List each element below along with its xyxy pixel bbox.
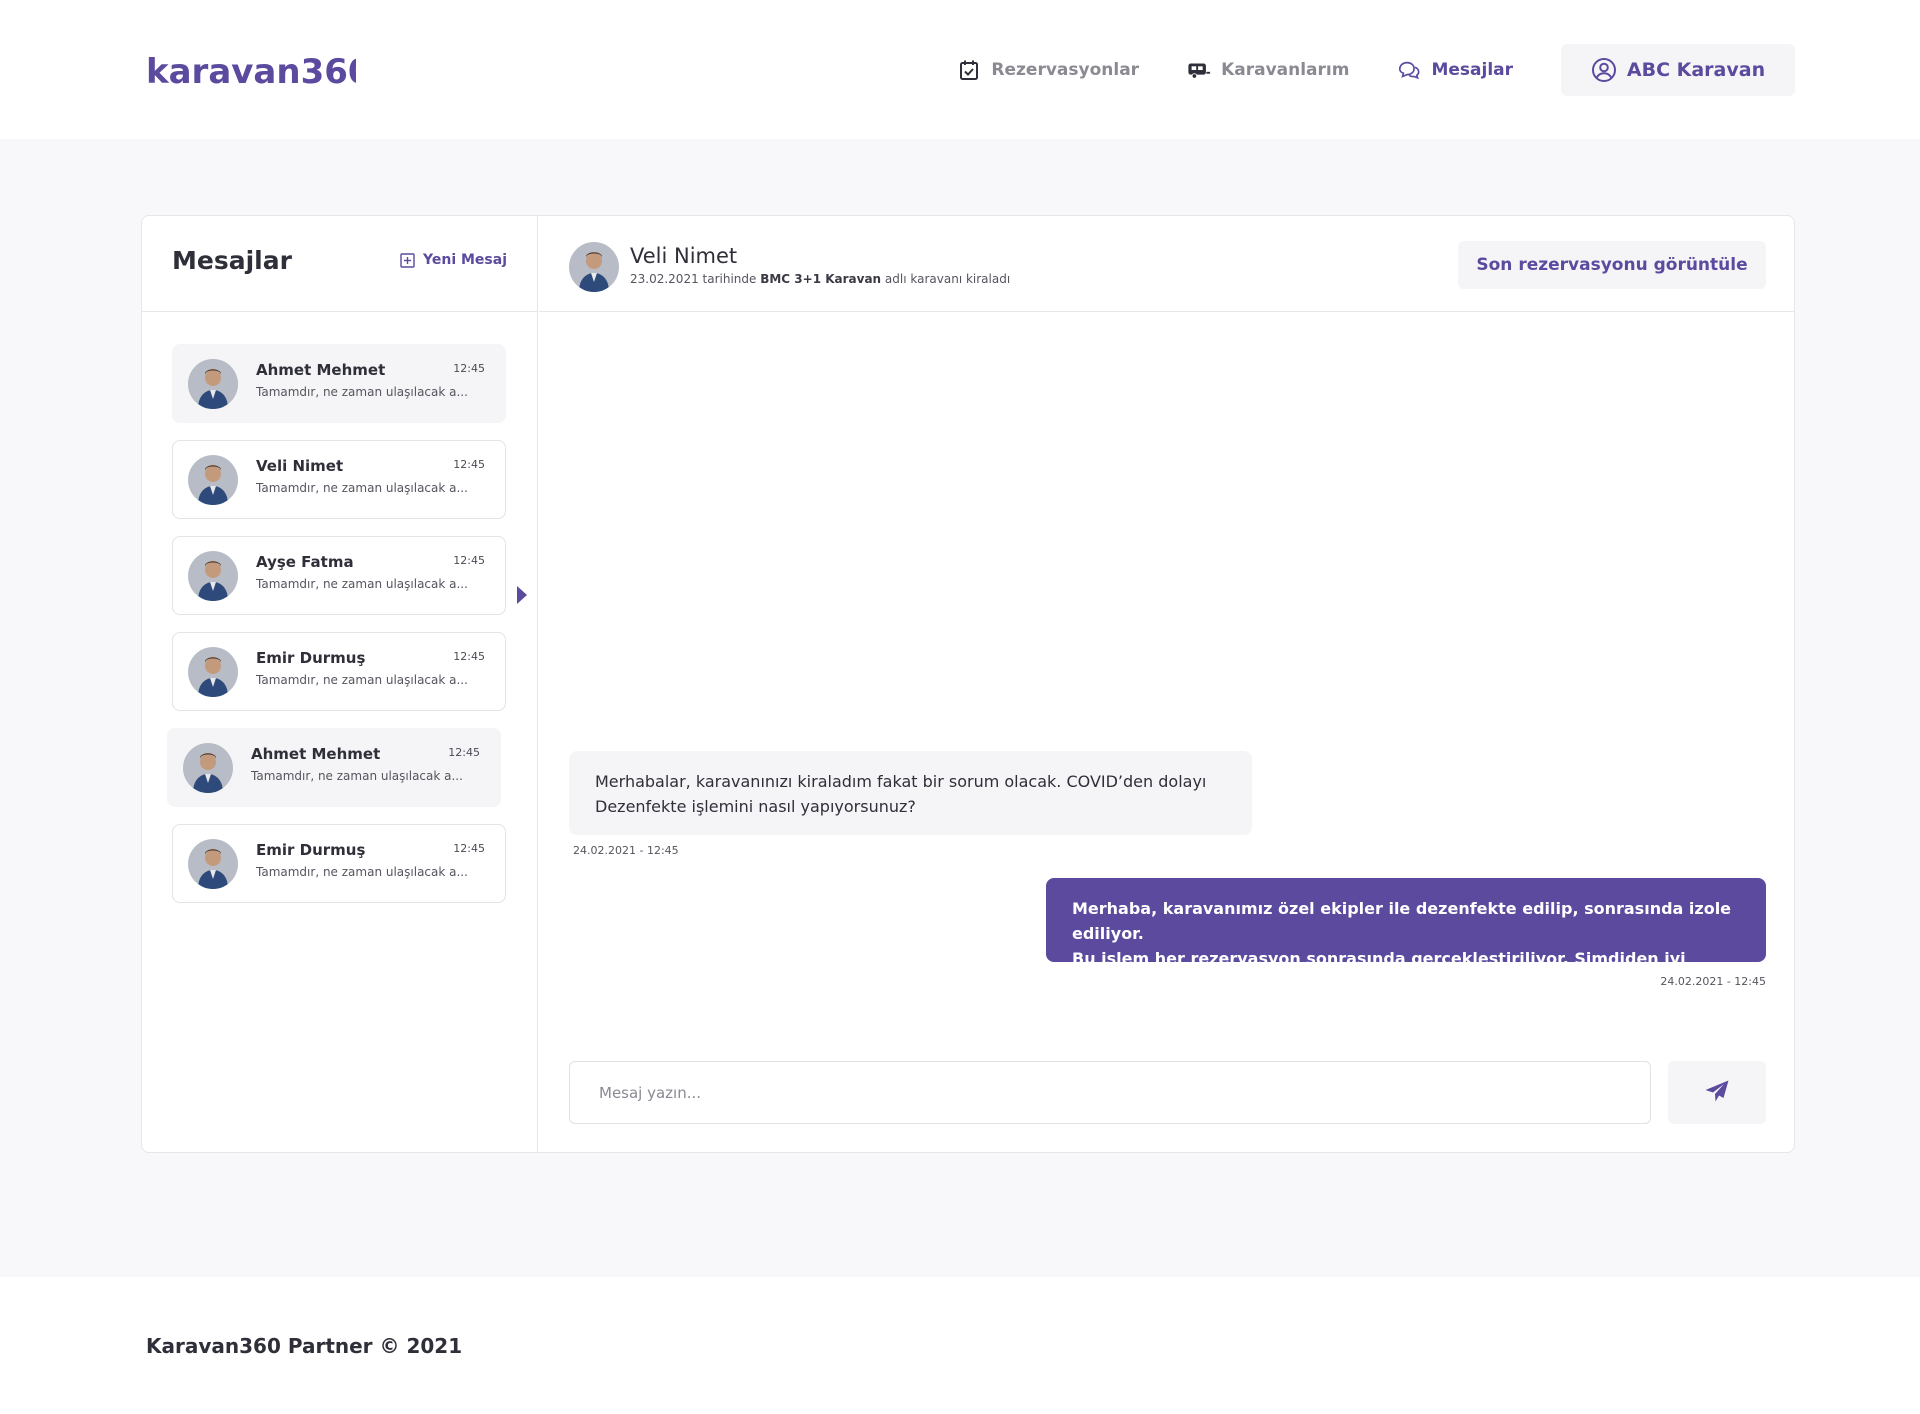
- conversation-item[interactable]: Emir Durmuş 12:45 Tamamdır, ne zaman ula…: [172, 824, 506, 903]
- message-input[interactable]: [570, 1062, 1650, 1123]
- conversations-title: Mesajlar: [172, 246, 292, 275]
- conversation-time: 12:45: [448, 746, 480, 759]
- new-message-button[interactable]: Yeni Mesaj: [400, 252, 507, 268]
- calendar-check-icon: [957, 58, 981, 82]
- messages-panel: Mesajlar Yeni Mesaj Ahmet Mehmet 12:45 T…: [141, 215, 1795, 1153]
- conversation-time: 12:45: [453, 554, 485, 567]
- account-button[interactable]: ABC Karavan: [1561, 44, 1795, 96]
- plus-square-icon: [400, 252, 415, 268]
- conversation-name: Veli Nimet: [256, 457, 344, 475]
- conversation-name: Emir Durmuş: [256, 649, 366, 667]
- conversation-preview: Tamamdır, ne zaman ulaşılacak a...: [256, 577, 468, 591]
- conversation-time: 12:45: [453, 650, 485, 663]
- outgoing-message-line-1: Merhaba, karavanımız özel ekipler ile de…: [1072, 899, 1732, 943]
- conversation-item[interactable]: Ahmet Mehmet 12:45 Tamamdır, ne zaman ul…: [172, 344, 506, 423]
- conversation-name: Ahmet Mehmet: [251, 745, 381, 763]
- nav-caravans[interactable]: Karavanlarım: [1187, 58, 1349, 82]
- caravan-icon: [1187, 58, 1211, 82]
- new-message-label: Yeni Mesaj: [423, 252, 507, 268]
- paper-plane-icon: [1704, 1079, 1730, 1107]
- conversation-item[interactable]: Emir Durmuş 12:45 Tamamdır, ne zaman ula…: [172, 632, 506, 711]
- conversation-preview: Tamamdır, ne zaman ulaşılacak a...: [256, 673, 468, 687]
- conversation-preview: Tamamdır, ne zaman ulaşılacak a...: [251, 769, 463, 783]
- outgoing-message-line-2: Bu işlem her rezervasyon sonrasında gerç…: [1072, 949, 1686, 993]
- avatar: [188, 551, 238, 601]
- conversation-time: 12:45: [453, 842, 485, 855]
- conversation-name: Emir Durmuş: [256, 841, 366, 859]
- view-last-reservation-button[interactable]: Son rezervasyonu görüntüle: [1458, 241, 1766, 289]
- nav-caravans-label: Karavanlarım: [1221, 60, 1350, 80]
- conversation-name: Ayşe Fatma: [256, 553, 354, 571]
- chat-column: Veli Nimet 23.02.2021 tarihinde BMC 3+1 …: [539, 216, 1794, 1152]
- conversation-preview: Tamamdır, ne zaman ulaşılacak a...: [256, 481, 468, 495]
- nav-reservations[interactable]: Rezervasyonlar: [957, 58, 1139, 82]
- conversation-preview: Tamamdır, ne zaman ulaşılacak a...: [256, 385, 468, 399]
- nav-messages-label: Mesajlar: [1431, 60, 1513, 80]
- rental-info-prefix: 23.02.2021 tarihinde: [630, 272, 761, 286]
- incoming-message-line-1: Merhabalar, karavanınızı kiraladım fakat…: [595, 772, 1207, 791]
- rental-info-caravan: BMC 3+1 Karavan: [760, 272, 882, 286]
- avatar: [188, 647, 238, 697]
- top-header: karavan360 Rezervasyonlar Karavanlarım M…: [0, 0, 1920, 139]
- user-circle-icon: [1591, 57, 1617, 83]
- conversation-time: 12:45: [453, 458, 485, 471]
- contact-rental-info: 23.02.2021 tarihinde BMC 3+1 Karavan adl…: [630, 272, 1010, 286]
- conversations-column: Mesajlar Yeni Mesaj Ahmet Mehmet 12:45 T…: [142, 216, 538, 1152]
- conversation-item[interactable]: Ayşe Fatma 12:45 Tamamdır, ne zaman ulaş…: [172, 536, 506, 615]
- contact-name: Veli Nimet: [630, 244, 738, 268]
- conversation-item[interactable]: Ahmet Mehmet 12:45 Tamamdır, ne zaman ul…: [167, 728, 501, 807]
- rental-info-suffix: adlı karavanı kiraladı: [881, 272, 1011, 286]
- send-button[interactable]: [1668, 1061, 1766, 1124]
- message-composer: [569, 1061, 1651, 1124]
- incoming-message-line-2: Dezenfekte işlemini nasıl yapıyorsunuz?: [595, 797, 916, 816]
- conversation-name: Ahmet Mehmet: [256, 361, 386, 379]
- conversation-preview: Tamamdır, ne zaman ulaşılacak a...: [256, 865, 468, 879]
- incoming-message: Merhabalar, karavanınızı kiraladım fakat…: [569, 751, 1252, 835]
- conversations-header: Mesajlar Yeni Mesaj: [142, 216, 537, 312]
- karavan360-logo[interactable]: karavan360: [146, 42, 356, 102]
- avatar: [188, 359, 238, 409]
- avatar: [183, 743, 233, 793]
- account-label: ABC Karavan: [1626, 59, 1766, 81]
- contact-avatar: [569, 242, 619, 292]
- chat-header: Veli Nimet 23.02.2021 tarihinde BMC 3+1 …: [539, 216, 1794, 312]
- selected-indicator-arrow-icon: [517, 586, 527, 604]
- outgoing-message-timestamp: 24.02.2021 - 12:45: [1660, 975, 1766, 988]
- main-nav: Rezervasyonlar Karavanlarım Mesajlar ABC…: [909, 44, 1795, 96]
- conversation-time: 12:45: [453, 362, 485, 375]
- outgoing-message: Merhaba, karavanımız özel ekipler ile de…: [1046, 878, 1766, 993]
- nav-messages[interactable]: Mesajlar: [1397, 58, 1513, 82]
- footer-copyright: Karavan360 Partner © 2021: [146, 1334, 463, 1358]
- nav-reservations-label: Rezervasyonlar: [991, 60, 1140, 80]
- conversation-item-selected[interactable]: Veli Nimet 12:45 Tamamdır, ne zaman ulaş…: [172, 440, 506, 519]
- logo-text: karavan360: [146, 52, 356, 92]
- avatar: [188, 455, 238, 505]
- chat-bubbles-icon: [1397, 58, 1421, 82]
- avatar: [188, 839, 238, 889]
- incoming-message-timestamp: 24.02.2021 - 12:45: [573, 844, 679, 857]
